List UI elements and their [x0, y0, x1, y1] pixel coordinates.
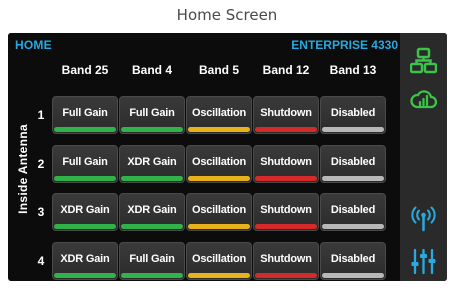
band-header: Band 4	[131, 63, 172, 77]
cell-status-text: Full Gain	[129, 253, 175, 265]
band-status-cell[interactable]: Disabled	[320, 145, 386, 183]
cell-status-text: Full Gain	[62, 156, 108, 168]
band-status-cell[interactable]: Full Gain	[52, 96, 118, 134]
cell-status-text: Oscillation	[191, 107, 247, 119]
row-number: 4	[37, 254, 45, 268]
settings-sliders-icon[interactable]	[410, 248, 437, 275]
cell-status-text: Shutdown	[260, 107, 312, 119]
band-status-cell[interactable]: XDR Gain	[119, 145, 185, 183]
band-status-cell[interactable]: Oscillation	[186, 145, 252, 183]
cell-status-text: Disabled	[330, 204, 376, 216]
cell-status-text: Shutdown	[260, 204, 312, 216]
band-status-cell[interactable]: XDR Gain	[52, 242, 118, 280]
band-status-cell[interactable]: Full Gain	[119, 242, 185, 280]
cell-status-text: Disabled	[330, 253, 376, 265]
right-icon-panel	[400, 33, 447, 281]
network-icon[interactable]	[410, 47, 437, 74]
cell-status-text: XDR Gain	[60, 253, 110, 265]
cell-status-bar	[54, 273, 116, 278]
band-status-cell[interactable]: Disabled	[320, 96, 386, 134]
band-status-cell[interactable]: Oscillation	[186, 193, 252, 231]
cell-status-bar	[255, 273, 317, 278]
top-bar: HOME ENTERPRISE 4330	[8, 33, 400, 57]
cell-status-bar	[255, 224, 317, 229]
band-status-cell[interactable]: Disabled	[320, 242, 386, 280]
cell-status-bar	[54, 224, 116, 229]
cell-status-text: Oscillation	[191, 253, 247, 265]
cell-status-bar	[121, 176, 183, 181]
cell-status-bar	[322, 127, 384, 132]
cell-status-text: XDR Gain	[127, 156, 177, 168]
cell-status-bar	[54, 176, 116, 181]
home-label: HOME	[15, 38, 52, 52]
cell-status-text: Full Gain	[62, 107, 108, 119]
device-screen: HOME ENTERPRISE 4330 Inside Antenna Band…	[8, 33, 447, 281]
band-status-cell[interactable]: XDR Gain	[119, 193, 185, 231]
band-header: Band 12	[262, 63, 310, 77]
cell-status-text: Oscillation	[191, 204, 247, 216]
band-status-cell[interactable]: Oscillation	[186, 242, 252, 280]
cell-status-text: Oscillation	[191, 156, 247, 168]
band-header: Band 13	[329, 63, 377, 77]
row-number: 3	[37, 205, 45, 219]
cell-status-text: Shutdown	[260, 253, 312, 265]
cell-status-bar	[188, 176, 250, 181]
band-status-cell[interactable]: Shutdown	[253, 145, 319, 183]
antenna-icon[interactable]	[410, 205, 437, 232]
band-status-cell[interactable]: Shutdown	[253, 193, 319, 231]
cell-status-bar	[121, 224, 183, 229]
model-label: ENTERPRISE 4330	[291, 38, 398, 52]
cloud-signal-icon[interactable]	[410, 86, 437, 113]
band-header: Band 25	[61, 63, 109, 77]
cell-status-bar	[121, 127, 183, 132]
band-status-cell[interactable]: Oscillation	[186, 96, 252, 134]
cell-status-text: XDR Gain	[60, 204, 110, 216]
page-caption: Home Screen	[176, 6, 278, 24]
row-number: 2	[37, 157, 45, 171]
cell-status-bar	[322, 176, 384, 181]
cell-status-text: Disabled	[330, 107, 376, 119]
band-status-cell[interactable]: Shutdown	[253, 96, 319, 134]
cell-status-bar	[255, 127, 317, 132]
band-status-grid: Inside Antenna Band 25 Band 4 Band 5 Band 1…	[8, 57, 400, 281]
row-number: 1	[37, 108, 45, 122]
cell-status-bar	[188, 224, 250, 229]
cell-status-bar	[322, 273, 384, 278]
cell-status-bar	[54, 127, 116, 132]
inside-antenna-label: Inside Antenna	[16, 124, 30, 214]
band-status-cell[interactable]: XDR Gain	[52, 193, 118, 231]
cell-status-bar	[255, 176, 317, 181]
cell-status-bar	[322, 224, 384, 229]
band-status-cell[interactable]: Full Gain	[52, 145, 118, 183]
band-status-cell[interactable]: Shutdown	[253, 242, 319, 280]
band-headers: Band 25 Band 4 Band 5 Band 12 Band 13	[8, 63, 400, 81]
cell-status-text: Shutdown	[260, 156, 312, 168]
band-status-cell[interactable]: Full Gain	[119, 96, 185, 134]
cell-status-text: Disabled	[330, 156, 376, 168]
cell-status-bar	[188, 127, 250, 132]
cell-status-text: Full Gain	[129, 107, 175, 119]
band-header: Band 5	[198, 63, 239, 77]
cell-status-bar	[121, 273, 183, 278]
band-status-cell[interactable]: Disabled	[320, 193, 386, 231]
cell-status-bar	[188, 273, 250, 278]
cell-status-text: XDR Gain	[127, 204, 177, 216]
